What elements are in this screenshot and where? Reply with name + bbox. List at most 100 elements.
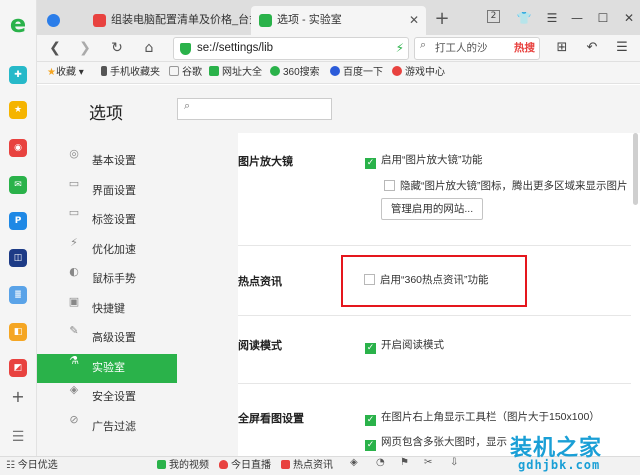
fullscreen-toolbar-checkbox[interactable]: ✓ 在图片右上角显示工具栏（图片大于150x100） — [365, 409, 600, 426]
magnifier-hide-icon-checkbox[interactable]: 隐藏“图片放大镜”图标，腾出更多区域来显示图片 — [384, 178, 628, 193]
flask-icon: ⚗ — [69, 353, 79, 367]
sidebar-item-tab[interactable]: ▭ 标签设置 — [37, 206, 177, 235]
close-window-button[interactable]: ✕ — [619, 8, 639, 28]
hot-search-badge[interactable]: 热搜 — [514, 38, 535, 59]
manage-sites-button[interactable]: 管理启用的网站... — [381, 198, 483, 220]
scrollbar[interactable] — [633, 133, 638, 205]
reading-enable-checkbox[interactable]: ✓ 开启阅读模式 — [365, 337, 444, 354]
page-icon — [169, 66, 179, 76]
sidebar-item-label: 标签设置 — [92, 214, 136, 226]
back-button[interactable]: ❮ — [45, 38, 65, 58]
app-star-icon[interactable]: ★ — [9, 101, 27, 119]
app-doc-icon[interactable]: ≣ — [9, 286, 27, 304]
sidebar-item-label: 界面设置 — [92, 184, 136, 197]
reload-button[interactable]: ↻ — [107, 38, 127, 58]
sidebar-item-wrench[interactable]: ✎ 高级设置 — [37, 324, 177, 353]
status-today-picks[interactable]: ☷ 今日优选 — [6, 457, 58, 475]
close-tab-icon[interactable]: ✕ — [409, 6, 419, 35]
more-icon[interactable]: ☰ — [612, 38, 632, 58]
section-label-reading: 阅读模式 — [238, 340, 282, 352]
checkbox-checked-icon[interactable]: ✓ — [365, 415, 376, 426]
sidebar-item-bolt[interactable]: ⚡ 优化加速 — [37, 236, 177, 265]
tab-config-list[interactable]: 组装电脑配置清单及价格_台式电 — [89, 6, 257, 35]
scissors-icon[interactable]: ✂ — [424, 457, 432, 468]
checkbox-unchecked-icon[interactable] — [384, 180, 395, 191]
checkbox-checked-icon[interactable]: ✓ — [365, 440, 376, 451]
phone-icon — [101, 66, 107, 76]
sidebar-item-block[interactable]: ⊘ 广告过滤 — [37, 413, 177, 442]
new-tab-button[interactable]: + — [431, 6, 453, 32]
section-divider — [238, 315, 631, 316]
bookmark-google[interactable]: 谷歌 — [169, 62, 202, 84]
search-query: 打工人的沙 — [435, 42, 488, 54]
app-novel-icon[interactable]: ◧ — [9, 323, 27, 341]
forward-button[interactable]: ❯ — [75, 38, 95, 58]
skin-icon[interactable]: 👕 — [514, 8, 534, 28]
status-my-video[interactable]: 我的视频 — [157, 457, 209, 475]
bolt-icon[interactable]: ⚡ — [396, 38, 404, 59]
browser-logo-icon[interactable]: e — [6, 12, 30, 36]
rail-menu-icon[interactable]: ☰ — [9, 428, 27, 446]
apps-grid-icon[interactable]: ⊞ — [552, 38, 572, 58]
settings-search-input[interactable]: ⌕ — [177, 98, 332, 120]
checkbox-checked-icon[interactable]: ✓ — [365, 343, 376, 354]
sidebar-item-label: 广告过滤 — [92, 420, 136, 433]
address-toolbar: ❮ ❯ ↻ ⌂ se://settings/lib ⚡ ⌕ 打工人的沙 热搜 ⊞… — [37, 35, 640, 62]
status-hotnews[interactable]: 热点资讯 — [281, 457, 333, 475]
app-weibo-icon[interactable]: ◉ — [9, 139, 27, 157]
bookmark-favorites[interactable]: ★收藏 ▾ — [47, 62, 84, 84]
settings-sidebar: 选项 ◎ 基本设置 ▭ 界面设置 ▭ 标签设置 ⚡ 优化加速 ◐ 鼠标手势 ▣ 快捷键 ✎ 高级设置 ⚗ 实验… — [37, 85, 177, 456]
bookmark-baidu[interactable]: 百度一下 — [330, 62, 383, 84]
bolt-icon: ⚡ — [70, 235, 78, 249]
search-input[interactable]: ⌕ 打工人的沙 热搜 — [414, 37, 540, 60]
undo-icon[interactable]: ↶ — [582, 38, 602, 58]
status-live[interactable]: 今日直播 — [219, 457, 271, 475]
fullscreen-multi-checkbox[interactable]: ✓ 网页包含多张大图时，显示 — [365, 434, 507, 451]
bookmark-hao[interactable]: 网址大全 — [209, 62, 262, 84]
sidebar-item-window[interactable]: ▭ 界面设置 — [37, 177, 177, 206]
app-p-icon[interactable]: P — [9, 212, 27, 230]
sidebar-item-keyboard[interactable]: ▣ 快捷键 — [37, 295, 177, 324]
sidebar-item-label: 实验室 — [92, 361, 125, 374]
bookmark-mobile[interactable]: 手机收藏夹 — [101, 62, 160, 84]
wrench-icon: ✎ — [69, 324, 79, 337]
download-icon[interactable]: ⇩ — [450, 457, 458, 468]
app-shop-icon[interactable]: ◩ — [9, 359, 27, 377]
checkbox-checked-icon[interactable]: ✓ — [365, 158, 376, 169]
sidebar-item-flask[interactable]: ⚗ 实验室 — [37, 353, 177, 383]
app-mail-icon[interactable]: ✉ — [9, 176, 27, 194]
flag-icon[interactable]: ⚑ — [400, 457, 409, 468]
minimize-button[interactable]: — — [567, 8, 587, 28]
add-app-icon[interactable]: + — [9, 388, 27, 406]
menu-icon[interactable]: ☰ — [542, 8, 562, 28]
sidebar-item-mouse[interactable]: ◐ 鼠标手势 — [37, 265, 177, 294]
news-icon — [281, 460, 290, 469]
home-button[interactable]: ⌂ — [139, 38, 159, 58]
app-plus-icon[interactable]: ✚ — [9, 66, 27, 84]
sidebar-item-gear[interactable]: ◎ 基本设置 — [37, 147, 177, 176]
tab-count-button[interactable]: 2 — [487, 10, 500, 23]
page-title: 选项 — [89, 104, 123, 123]
tab-favicon-icon — [259, 14, 272, 27]
magnifier-enable-checkbox[interactable]: ✓ 启用“图片放大镜”功能 — [365, 152, 483, 169]
sidebar-item-shield[interactable]: ◈ 安全设置 — [37, 383, 177, 412]
pinned-tab[interactable] — [43, 6, 95, 35]
maximize-button[interactable]: ☐ — [593, 8, 613, 28]
url-field[interactable]: se://settings/lib ⚡ — [173, 37, 409, 60]
sidebar-item-label: 高级设置 — [92, 332, 136, 344]
section-label-fullscreen: 全屏看图设置 — [238, 413, 304, 425]
home-icon — [209, 66, 219, 76]
game-icon — [392, 66, 402, 76]
block-icon: ⊘ — [69, 412, 79, 426]
window-icon: ▭ — [68, 176, 80, 190]
app-news-icon[interactable]: ◫ — [9, 249, 27, 267]
mouse-icon: ◐ — [69, 265, 79, 278]
tab-options-lab[interactable]: 选项 - 实验室 ✕ — [251, 6, 426, 35]
video-icon — [157, 460, 166, 469]
bookmark-360search[interactable]: 360搜索 — [270, 62, 320, 84]
bookmark-games[interactable]: 游戏中心 — [392, 62, 445, 84]
speed-icon[interactable]: ◔ — [376, 457, 385, 468]
section-label-hotnews: 热点资讯 — [238, 276, 282, 288]
shield-status-icon[interactable]: ◈ — [350, 457, 358, 468]
highlight-box — [341, 255, 527, 307]
